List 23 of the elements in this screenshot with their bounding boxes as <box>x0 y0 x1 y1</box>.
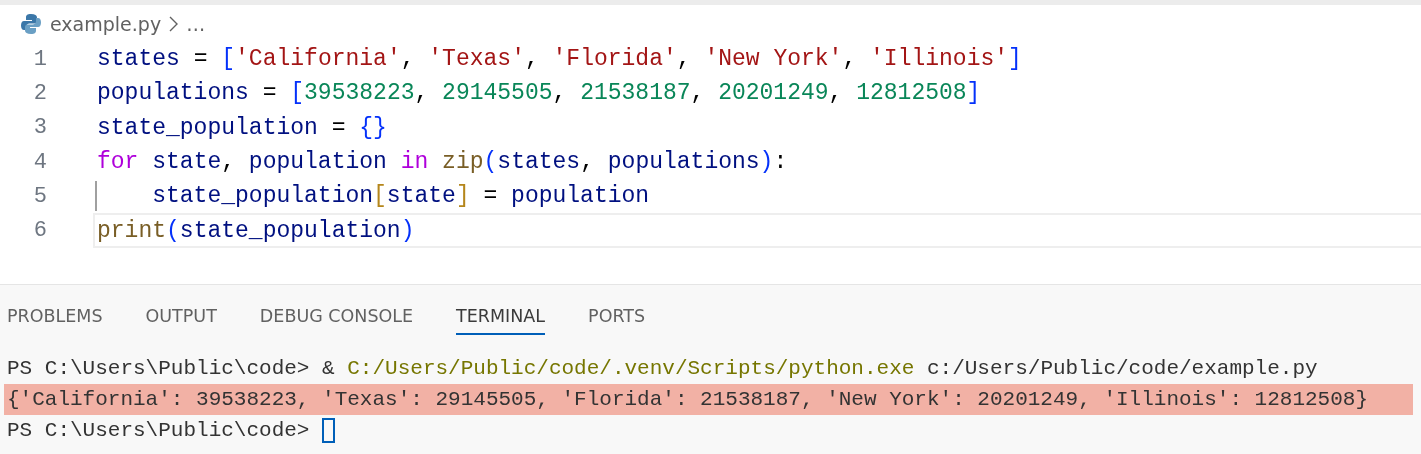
code-line: state_population = {} <box>96 113 388 143</box>
panel-tab[interactable]: PROBLEMS <box>7 298 103 335</box>
terminal-line: PS C:\Users\Public\code> <box>4 414 1413 446</box>
code-line: print(state_population) <box>93 213 1421 248</box>
panel-tab[interactable]: PORTS <box>588 298 646 335</box>
code-line: states = ['California', 'Texas', 'Florida', 'New York', 'Illinois'] <box>96 45 1023 75</box>
breadcrumb-ellipsis[interactable]: … <box>186 12 206 35</box>
line-number: 3 <box>32 115 47 141</box>
python-icon <box>20 12 42 35</box>
code-line: for state, population in zip(states, populations): <box>96 148 789 178</box>
panel-tab[interactable]: OUTPUT <box>145 298 217 335</box>
code-line: state_population[state] = population <box>93 179 1421 214</box>
line-number: 6 <box>32 218 47 244</box>
line-number: 1 <box>32 46 47 72</box>
chevron-icon <box>169 15 179 32</box>
code-line: populations = [39538223, 29145505, 21538187, 20201249, 12812508] <box>96 79 982 109</box>
panel-tab[interactable]: DEBUG CONSOLE <box>259 298 414 335</box>
panel-tab[interactable]: TERMINAL <box>456 298 546 335</box>
line-number: 2 <box>32 80 47 106</box>
line-number: 5 <box>32 183 47 209</box>
line-number: 4 <box>32 149 47 175</box>
breadcrumb-file[interactable]: example.py <box>50 12 162 35</box>
terminal-line: PS C:\Users\Public\code> & C:/Users/Public/code/.venv/Scripts/python.exe c:/Users/Public/code/example.py <box>6 355 1319 382</box>
